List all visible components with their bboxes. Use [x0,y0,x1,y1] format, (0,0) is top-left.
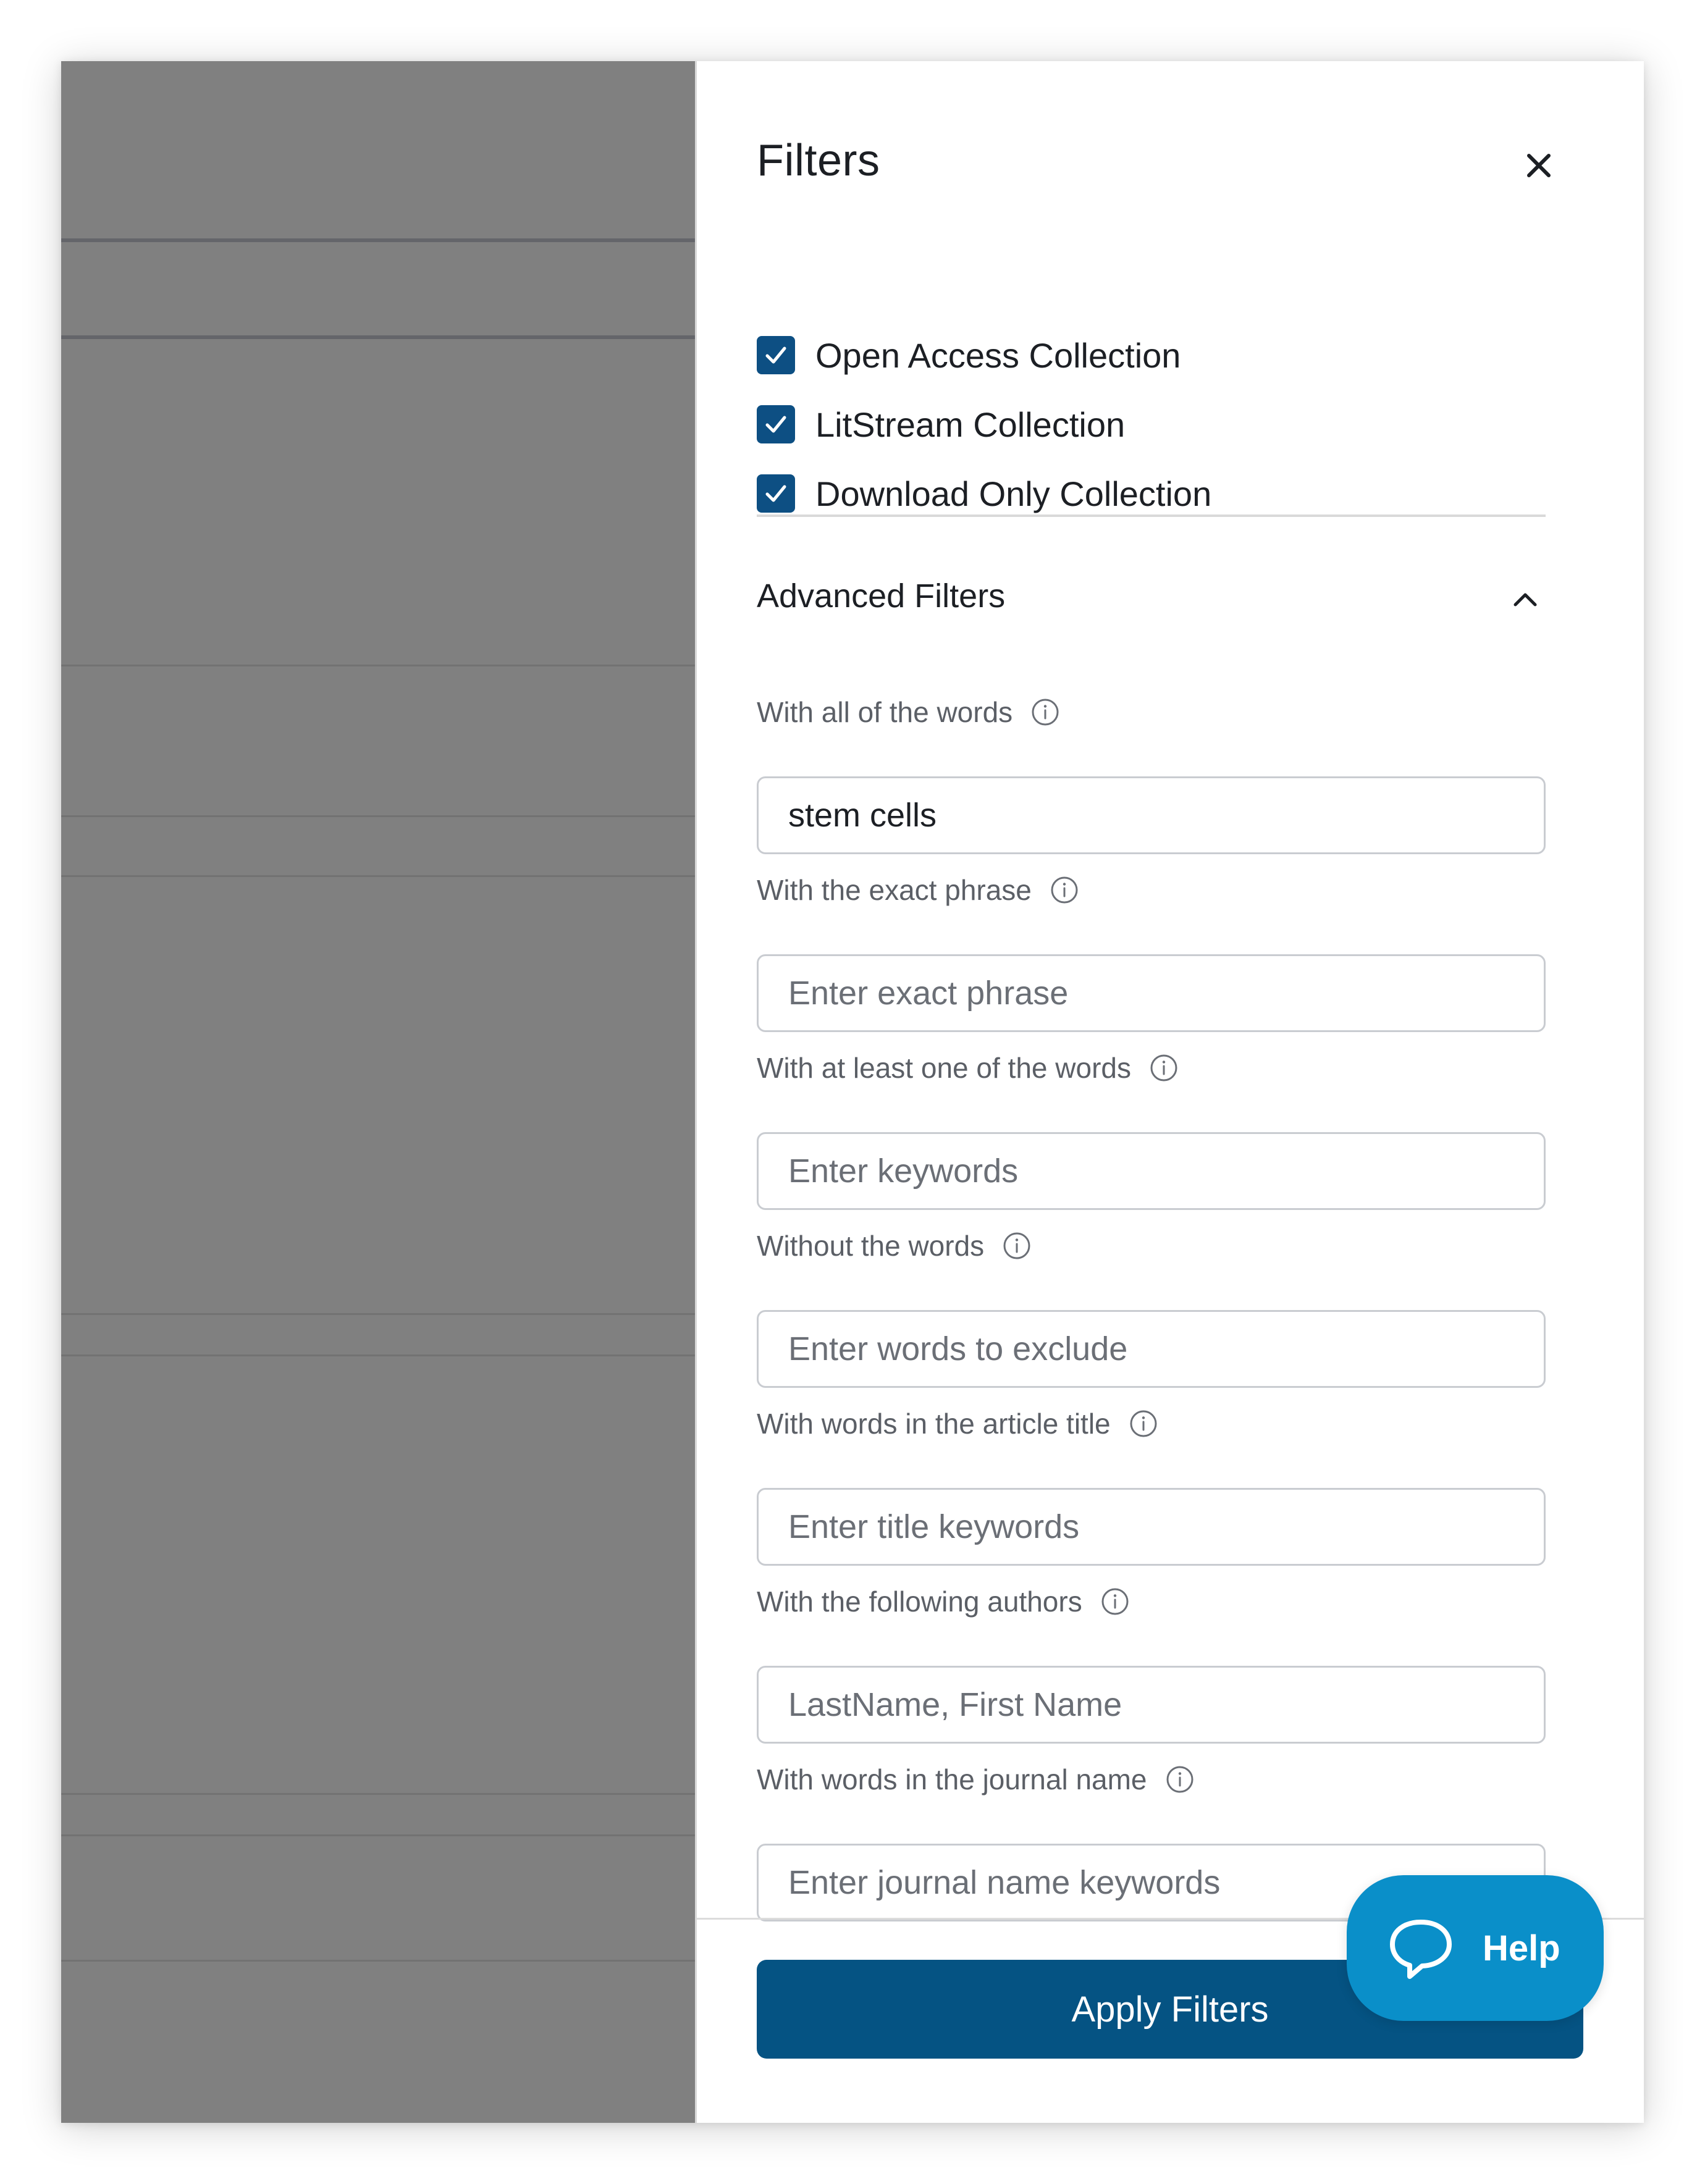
info-icon[interactable] [1129,1409,1158,1438]
section-divider [757,514,1546,517]
panel-title: Filters [757,136,880,185]
field-label-text: With words in the article title [757,1408,1111,1440]
backdrop-divider [61,875,695,877]
title-keywords-input[interactable] [757,1488,1546,1566]
field-label-text: Without the words [757,1230,985,1262]
info-icon[interactable] [1166,1765,1194,1794]
exclude-words-input[interactable] [757,1310,1546,1388]
checkbox-label: Open Access Collection [815,335,1181,375]
field-label-text: With words in the journal name [757,1763,1147,1796]
backdrop-divider [61,1834,695,1836]
field-label-text: With the exact phrase [757,874,1032,906]
checkmark-icon [765,416,786,433]
backdrop-divider [61,238,695,242]
field-label-journal-name: With words in the journal name [757,1761,1194,1798]
info-icon[interactable] [1050,876,1079,904]
backdrop-divider [61,1793,695,1795]
checkbox-label: Download Only Collection [815,474,1212,513]
checkbox-litstream[interactable] [757,405,795,443]
help-button[interactable]: Help [1347,1875,1604,2021]
info-icon[interactable] [1150,1054,1178,1082]
close-icon [1527,154,1551,177]
advanced-filters-heading[interactable]: Advanced Filters [757,577,1005,615]
backdrop-divider [61,1354,695,1356]
checkmark-icon [765,485,786,502]
chevron-up-icon [1513,593,1537,607]
checkbox-label: LitStream Collection [815,405,1126,444]
backdrop-divider [61,1313,695,1315]
backdrop-divider [61,335,695,339]
checkbox-row-download-only[interactable]: Download Only Collection [757,472,1211,515]
collapse-advanced-button[interactable] [1508,582,1543,617]
checkbox-download-only[interactable] [757,474,795,513]
backdrop-divider [61,1960,695,1962]
field-label-exact-phrase: With the exact phrase [757,872,1079,909]
backdrop-divider [61,815,695,817]
filters-panel: Filters Open Access Collection LitStream… [695,61,1644,2123]
all-words-input[interactable] [757,776,1546,854]
app-window: Filters Open Access Collection LitStream… [61,61,1644,2123]
info-icon[interactable] [1101,1587,1129,1616]
checkmark-icon [765,346,786,364]
field-label-any-words: With at least one of the words [757,1049,1178,1086]
info-icon[interactable] [1031,698,1059,726]
checkbox-row-litstream[interactable]: LitStream Collection [757,403,1125,446]
authors-input[interactable] [757,1666,1546,1744]
checkbox-row-open-access[interactable]: Open Access Collection [757,334,1181,377]
field-label-all-words: With all of the words [757,694,1059,731]
field-label-text: With the following authors [757,1586,1082,1618]
any-words-input[interactable] [757,1132,1546,1210]
checkbox-open-access[interactable] [757,336,795,374]
exact-phrase-input[interactable] [757,954,1546,1032]
page-backdrop-overlay[interactable] [61,61,695,2123]
field-label-authors: With the following authors [757,1583,1129,1620]
field-label-article-title: With words in the article title [757,1405,1158,1442]
help-label: Help [1483,1928,1560,1968]
field-label-text: With at least one of the words [757,1052,1131,1084]
info-icon[interactable] [1003,1232,1031,1260]
close-button[interactable] [1514,141,1564,190]
speech-bubble-icon [1390,1920,1452,1979]
backdrop-divider [61,665,695,666]
field-label-without-words: Without the words [757,1227,1031,1264]
field-label-text: With all of the words [757,696,1013,728]
